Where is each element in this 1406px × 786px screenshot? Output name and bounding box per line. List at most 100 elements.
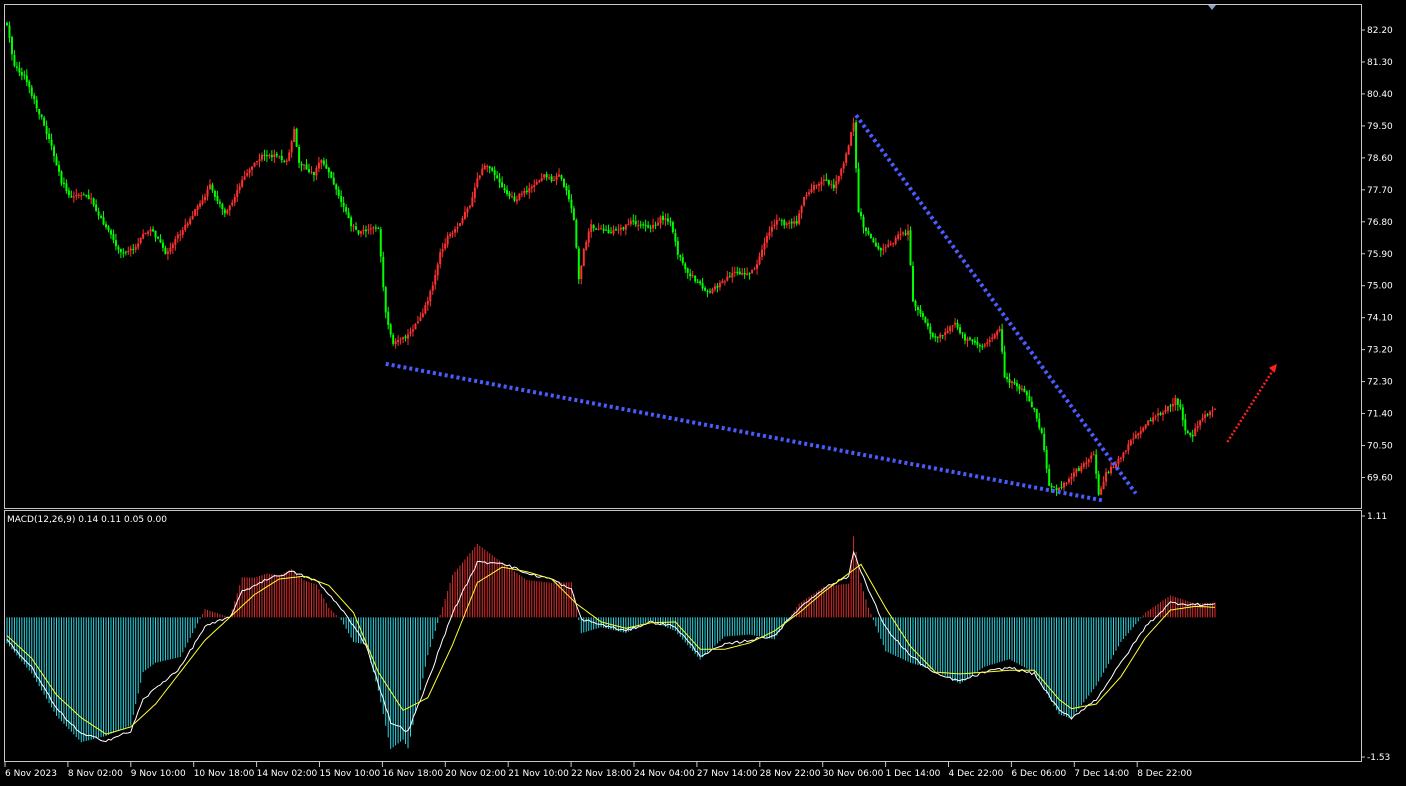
candle	[100, 214, 103, 219]
candle-body	[441, 249, 444, 252]
candle-body	[414, 323, 417, 330]
candle	[204, 193, 207, 204]
candle	[1053, 486, 1056, 488]
candle-body	[887, 244, 890, 247]
candle	[1003, 345, 1006, 378]
candle-body	[382, 257, 385, 288]
candle-body	[817, 183, 820, 186]
candle-body	[939, 334, 942, 338]
candle	[35, 96, 38, 112]
candle	[971, 339, 974, 345]
candle	[1048, 464, 1051, 486]
candle	[30, 84, 33, 99]
candle	[696, 278, 699, 284]
candle	[657, 217, 660, 226]
candle-body	[1063, 482, 1065, 488]
candle-body	[379, 229, 382, 257]
candle-body	[102, 217, 105, 225]
candle	[491, 166, 494, 172]
candle	[857, 162, 860, 213]
candle	[550, 173, 553, 183]
candle-body	[1152, 417, 1155, 422]
candle	[548, 174, 551, 181]
candle	[1112, 465, 1115, 469]
candle-body	[506, 189, 509, 194]
candle	[887, 239, 890, 248]
candle-body	[785, 223, 788, 225]
candle-body	[394, 341, 397, 345]
candle	[845, 151, 848, 167]
candle-body	[355, 226, 358, 230]
candle	[60, 170, 63, 186]
candle	[315, 165, 318, 181]
candle-body	[67, 190, 70, 196]
candle-body	[290, 141, 293, 153]
price-y-tick-label: 70.50	[1367, 442, 1393, 452]
candle-body	[1070, 476, 1073, 480]
candle	[907, 224, 910, 241]
candle-body	[169, 247, 172, 252]
candle-body	[357, 230, 360, 234]
price-y-tick-label: 69.60	[1367, 474, 1393, 484]
candle-body	[805, 194, 808, 197]
candle	[607, 224, 610, 234]
candle-body	[1006, 376, 1009, 380]
forecast-arrow-shaft[interactable]	[1226, 368, 1275, 443]
candle-body	[1159, 412, 1162, 415]
scroll-marker-icon[interactable]	[1208, 5, 1216, 10]
candle-body	[825, 179, 828, 181]
candle-body	[533, 184, 536, 187]
candle	[327, 166, 330, 179]
candle	[10, 35, 13, 61]
candle-body	[1174, 397, 1177, 405]
candle-body	[265, 155, 268, 157]
candle-body	[157, 236, 159, 239]
candle-body	[1204, 414, 1207, 418]
candle	[102, 211, 105, 226]
candle	[226, 208, 229, 216]
candle-body	[233, 196, 236, 203]
candle-body	[652, 225, 655, 229]
candle	[600, 224, 603, 230]
candle-body	[238, 186, 241, 190]
candle	[676, 237, 679, 260]
candle-body	[741, 273, 744, 275]
upper-trendline[interactable]	[854, 114, 1138, 495]
candle-body	[154, 230, 157, 238]
price-y-tick-label: 79.50	[1367, 122, 1393, 132]
candle	[454, 226, 457, 237]
candle-body	[595, 228, 598, 230]
candle	[790, 218, 793, 229]
candle-body	[558, 174, 561, 177]
candle-body	[285, 160, 288, 162]
candle-body	[929, 326, 932, 334]
candle	[991, 333, 994, 343]
lower-trendline[interactable]	[385, 361, 1104, 503]
candle	[201, 194, 204, 206]
candle	[671, 220, 674, 234]
candle	[706, 289, 709, 298]
candle-body	[582, 248, 585, 266]
candle	[647, 221, 650, 229]
candle	[758, 252, 761, 266]
candle-body	[1171, 404, 1174, 407]
candle-body	[196, 205, 199, 210]
candle	[77, 192, 80, 199]
candle-body	[1147, 420, 1150, 426]
candle	[1132, 432, 1135, 445]
candle-body	[1065, 482, 1068, 484]
candle	[119, 248, 122, 259]
candle	[169, 242, 172, 255]
candle	[501, 176, 504, 188]
candle	[1105, 468, 1108, 487]
candle	[1070, 472, 1073, 486]
candle	[431, 281, 434, 295]
candle-body	[468, 205, 471, 208]
candle-body	[894, 238, 897, 244]
candle-body	[312, 172, 315, 176]
candle	[1181, 404, 1184, 427]
candle-body	[696, 281, 699, 283]
candle	[520, 190, 523, 198]
candle-body	[840, 168, 843, 176]
candle	[374, 224, 377, 232]
